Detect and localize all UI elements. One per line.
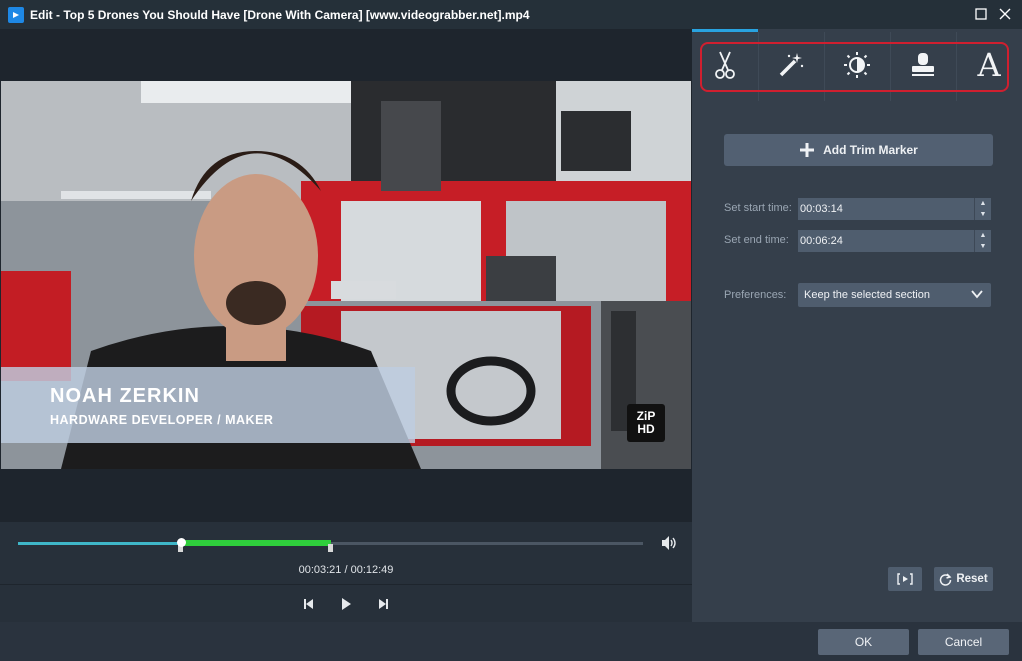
- lower-third-banner: NOAH ZERKIN HARDWARE DEVELOPER / MAKER: [1, 367, 415, 443]
- preferences-label: Preferences:: [724, 289, 787, 301]
- reset-label: Reset: [956, 573, 988, 585]
- reset-icon: [940, 572, 952, 586]
- step-back-icon: [304, 599, 313, 609]
- preview-selection-button[interactable]: [888, 567, 922, 591]
- end-time-value: 00:06:24: [800, 235, 843, 247]
- play-button[interactable]: [337, 595, 355, 613]
- chevron-down-icon[interactable]: ▼: [975, 209, 991, 220]
- time-display: 00:03:21 / 00:12:49: [298, 564, 394, 576]
- close-icon: [999, 8, 1011, 20]
- volume-button[interactable]: [660, 535, 678, 551]
- window-title: Edit - Top 5 Drones You Should Have [Dro…: [30, 7, 530, 22]
- play-icon: [342, 598, 351, 610]
- video-preview-area: NOAH ZERKIN HARDWARE DEVELOPER / MAKER Z…: [0, 29, 692, 522]
- lower-third-title: HARDWARE DEVELOPER / MAKER: [50, 413, 274, 427]
- trim-selection-range[interactable]: [180, 540, 331, 546]
- start-time-value: 00:03:14: [800, 203, 843, 215]
- cancel-button[interactable]: Cancel: [918, 629, 1009, 655]
- seek-bar-played: [18, 542, 181, 545]
- start-time-spinner[interactable]: ▲ ▼: [974, 198, 991, 220]
- maximize-icon: [975, 8, 987, 20]
- playback-controls: 00:03:21 / 00:12:49: [0, 522, 692, 622]
- reset-button[interactable]: Reset: [934, 567, 993, 591]
- play-in-bracket-icon: [897, 573, 913, 585]
- end-time-label: Set end time:: [724, 234, 789, 246]
- step-forward-icon: [379, 599, 388, 609]
- chevron-down-icon: [971, 290, 983, 299]
- dialog-footer: OK Cancel: [0, 622, 1022, 661]
- title-bar: Edit - Top 5 Drones You Should Have [Dro…: [0, 0, 1022, 29]
- add-trim-marker-label: Add Trim Marker: [823, 143, 918, 157]
- plus-icon: [800, 143, 815, 157]
- add-trim-marker-button[interactable]: Add Trim Marker: [724, 134, 993, 166]
- edit-window: Edit - Top 5 Drones You Should Have [Dro…: [0, 0, 1022, 661]
- video-frame[interactable]: NOAH ZERKIN HARDWARE DEVELOPER / MAKER Z…: [1, 81, 691, 469]
- previous-frame-button[interactable]: [300, 595, 318, 613]
- playhead-handle[interactable]: [176, 538, 186, 547]
- app-logo-icon: [8, 6, 24, 23]
- chevron-up-icon[interactable]: ▲: [975, 198, 991, 209]
- edit-panel: A Add Trim Marker Set start time: 00:03:…: [692, 29, 1022, 622]
- speaker-icon: [662, 536, 676, 550]
- tool-tabs: A: [692, 29, 1022, 101]
- preferences-value: Keep the selected section: [804, 289, 930, 301]
- watermark-line2: HD: [637, 422, 655, 436]
- next-frame-button[interactable]: [374, 595, 392, 613]
- end-time-input[interactable]: 00:06:24 ▲ ▼: [798, 230, 991, 252]
- lower-third-name: NOAH ZERKIN: [50, 385, 200, 407]
- chevron-down-icon[interactable]: ▼: [975, 241, 991, 252]
- start-time-input[interactable]: 00:03:14 ▲ ▼: [798, 198, 991, 220]
- close-button[interactable]: [996, 5, 1014, 23]
- chevron-up-icon[interactable]: ▲: [975, 230, 991, 241]
- maximize-button[interactable]: [972, 5, 990, 23]
- trim-end-handle[interactable]: [327, 544, 333, 552]
- tools-highlight-outline: [700, 42, 1009, 92]
- controls-divider: [0, 584, 692, 585]
- preferences-dropdown[interactable]: Keep the selected section: [798, 283, 991, 307]
- ok-button[interactable]: OK: [818, 629, 909, 655]
- start-time-label: Set start time:: [724, 202, 792, 214]
- end-time-spinner[interactable]: ▲ ▼: [974, 230, 991, 252]
- channel-watermark: ZiP HD: [627, 404, 665, 442]
